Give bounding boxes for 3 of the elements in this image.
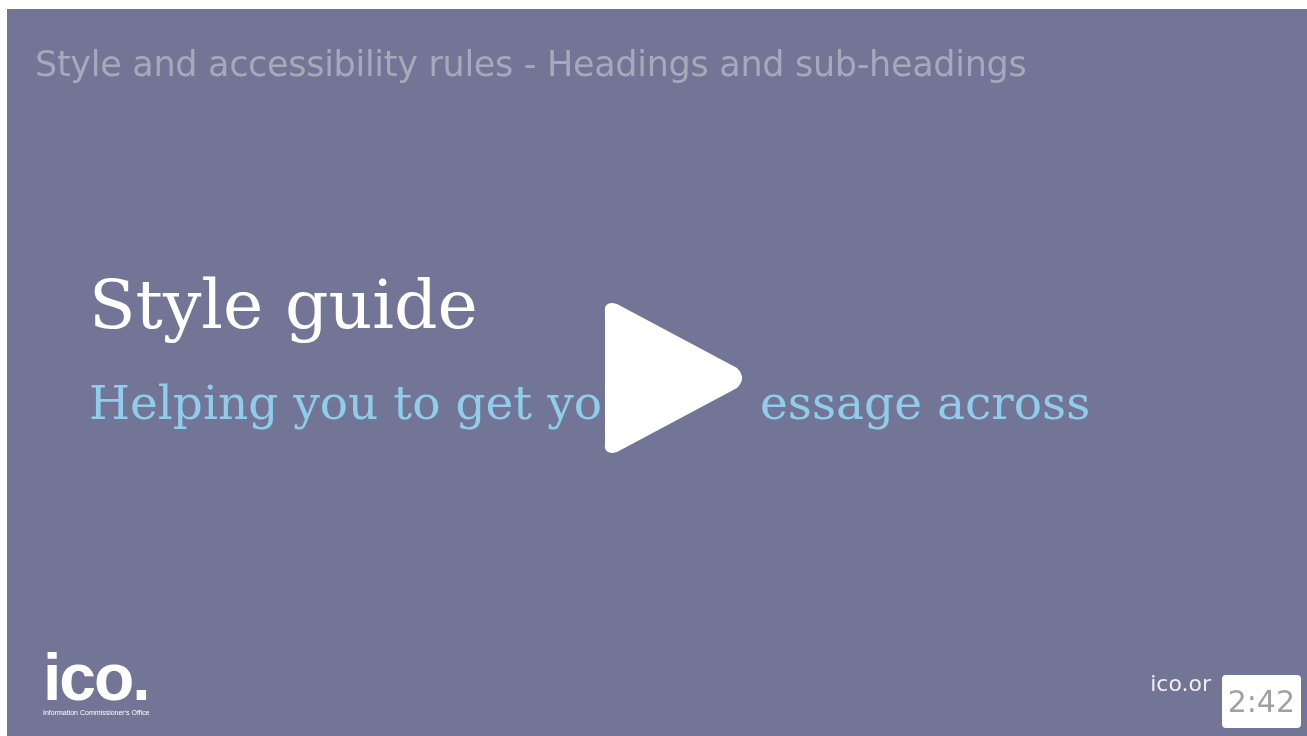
duration-badge: 2:42 xyxy=(1221,675,1301,728)
website-text: ico.or xyxy=(1150,670,1211,698)
logo-wordmark: ico. xyxy=(43,648,150,708)
